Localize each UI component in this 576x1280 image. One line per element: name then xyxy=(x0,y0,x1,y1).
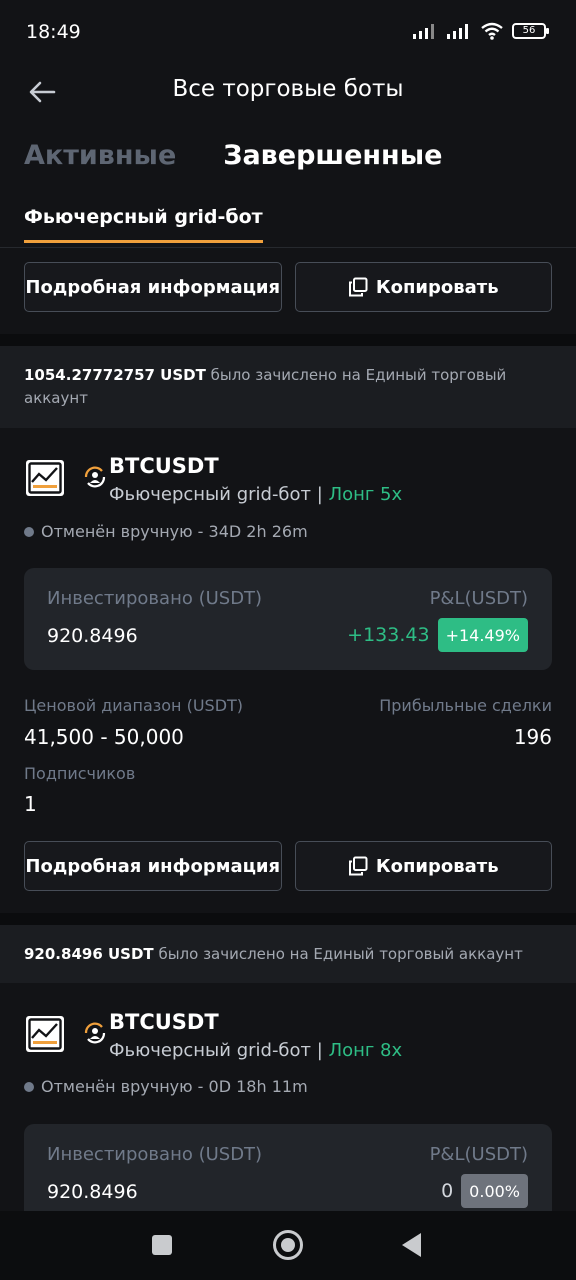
status-dot xyxy=(24,526,34,537)
pnl-value: 0 xyxy=(441,1180,454,1202)
price-range-label: Ценовой диапазон (USDT) xyxy=(24,696,244,715)
battery-icon: 56 xyxy=(512,23,549,39)
system-back-button[interactable] xyxy=(402,1233,421,1257)
bot-direction: Лонг 8x xyxy=(328,1040,403,1061)
invested-label: Инвестировано (USDT) xyxy=(47,1144,263,1165)
pnl-percent-badge: +14.49% xyxy=(437,618,528,652)
bot-symbol: BTCUSDT xyxy=(109,1010,219,1034)
copy-trading-icon xyxy=(84,1022,106,1044)
copy-trading-icon xyxy=(84,466,106,488)
section-divider xyxy=(0,913,576,925)
credit-amount: 1054.27772757 USDT xyxy=(24,366,206,384)
pnl-value: +133.43 xyxy=(347,624,430,646)
details-button[interactable]: Подробная информация xyxy=(24,262,282,312)
invested-label: Инвестировано (USDT) xyxy=(47,588,263,609)
bot-status-text: Отменён вручную - 0D 18h 11m xyxy=(41,1077,308,1096)
credit-text: было зачислено на Единый торговый аккаун… xyxy=(158,944,523,963)
credit-notice: 920.8496 USDT было зачислено на Единый т… xyxy=(0,925,576,983)
copy-icon xyxy=(348,856,368,876)
card-actions: Подробная информация Копировать xyxy=(24,841,552,891)
card-actions: Подробная информация Копировать xyxy=(24,262,552,312)
subscribers-label: Подписчиков xyxy=(24,764,136,783)
investment-card: Инвестировано (USDT) P&L(USDT) 920.8496 … xyxy=(24,568,552,670)
bot-status-text: Отменён вручную - 34D 2h 26m xyxy=(41,522,308,541)
invested-value: 920.8496 xyxy=(47,625,138,647)
profitable-deals-value: 196 xyxy=(513,725,552,749)
copy-button[interactable]: Копировать xyxy=(294,841,552,891)
grid-bot-icon xyxy=(26,1016,64,1052)
signal-icon xyxy=(447,24,468,39)
page-title: Все торговые боты xyxy=(172,76,404,102)
signal-icon xyxy=(413,24,434,39)
recent-apps-button[interactable] xyxy=(152,1235,172,1255)
status-icons: 56 xyxy=(412,22,549,40)
subscribers-value: 1 xyxy=(24,792,37,816)
pnl: +133.43 +14.49% xyxy=(347,618,528,652)
bot-type-tabs: Фьючерсный grid-бот xyxy=(0,192,576,248)
tab-futures-grid-bot[interactable]: Фьючерсный grid-бот xyxy=(24,206,263,243)
pnl-label: P&L(USDT) xyxy=(429,1144,528,1165)
bot-header[interactable]: BTCUSDT Фьючерсный grid-бот | Лонг 8x xyxy=(24,1010,552,1080)
price-range-value: 41,500 - 50,000 xyxy=(24,725,184,749)
section-divider xyxy=(0,334,576,346)
pnl-percent-badge: 0.00% xyxy=(461,1174,528,1208)
bot-status: Отменён вручную - 0D 18h 11m xyxy=(24,1077,308,1096)
top-navigation: Все торговые боты xyxy=(0,64,576,120)
credit-notice: 1054.27772757 USDT было зачислено на Еди… xyxy=(0,346,576,428)
pnl: 0 0.00% xyxy=(441,1174,528,1208)
status-bar: 18:49 56 xyxy=(0,0,576,64)
bot-status: Отменён вручную - 34D 2h 26m xyxy=(24,522,308,541)
pnl-label: P&L(USDT) xyxy=(429,588,528,609)
details-button-label: Подробная информация xyxy=(25,276,281,298)
system-navigation-bar xyxy=(0,1211,576,1280)
details-button[interactable]: Подробная информация xyxy=(24,841,282,891)
grid-bot-icon xyxy=(26,460,64,496)
bot-direction: Лонг 5x xyxy=(328,484,403,505)
invested-value: 920.8496 xyxy=(47,1181,138,1203)
bot-type-label: Фьючерсный grid-бот xyxy=(109,1040,312,1061)
wifi-icon xyxy=(481,22,503,40)
bot-type-label: Фьючерсный grid-бот xyxy=(109,484,312,505)
status-dot xyxy=(24,1081,34,1092)
copy-icon xyxy=(348,277,368,297)
copy-button-label: Копировать xyxy=(375,855,499,877)
bot-symbol: BTCUSDT xyxy=(109,454,219,478)
details-button-label: Подробная информация xyxy=(25,855,281,877)
bot-type: Фьючерсный grid-бот | Лонг 5x xyxy=(109,484,403,505)
bot-header[interactable]: BTCUSDT Фьючерсный grid-бот | Лонг 5x xyxy=(24,454,552,524)
copy-button-label: Копировать xyxy=(375,276,499,298)
status-tabs: Активные Завершенные xyxy=(24,140,442,171)
tab-completed[interactable]: Завершенные xyxy=(223,140,442,171)
status-time: 18:49 xyxy=(26,21,81,43)
home-button[interactable] xyxy=(273,1230,303,1260)
bot-type: Фьючерсный grid-бот | Лонг 8x xyxy=(109,1040,403,1061)
credit-amount: 920.8496 USDT xyxy=(24,944,154,963)
copy-button[interactable]: Копировать xyxy=(294,262,552,312)
profitable-deals-label: Прибыльные сделки xyxy=(379,696,552,715)
tab-active[interactable]: Активные xyxy=(24,140,176,171)
